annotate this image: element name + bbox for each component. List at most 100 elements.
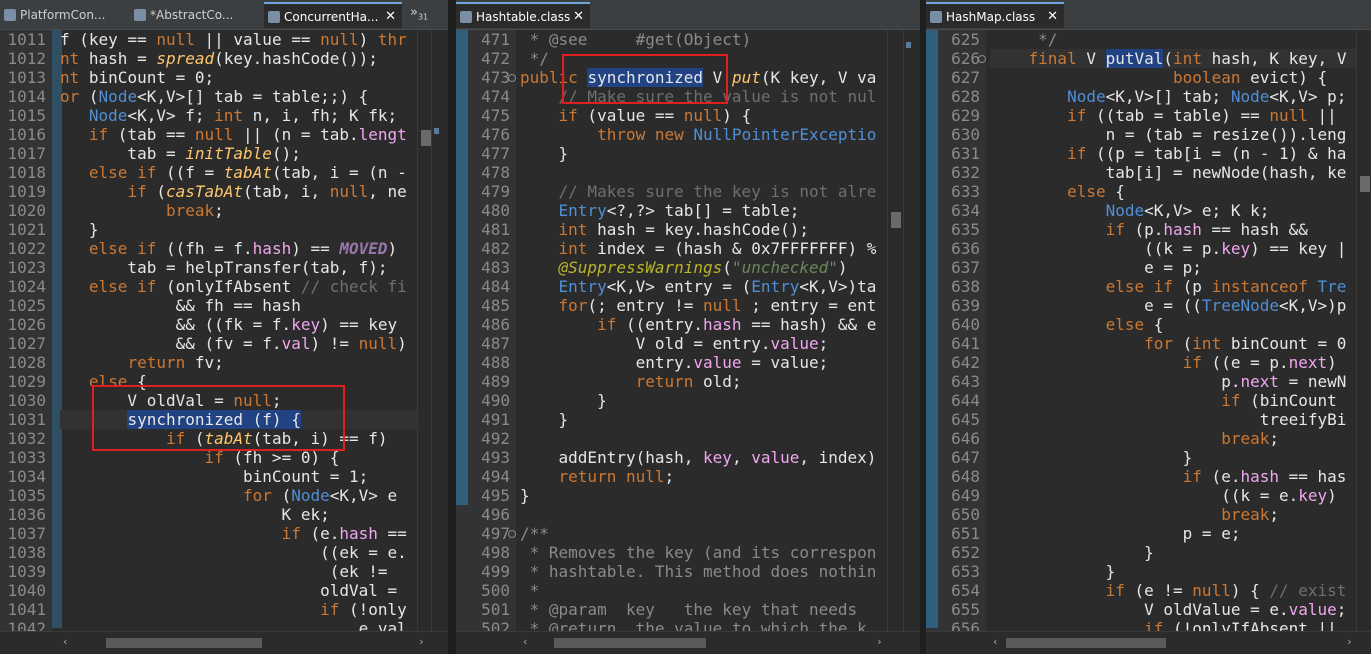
fold-toggle-icon[interactable] — [508, 530, 516, 538]
code-token: ) — [397, 334, 407, 353]
code-area[interactable]: f (key == null || value == null) thr nt h… — [60, 30, 432, 632]
code-token: <K,V> e — [329, 486, 398, 505]
code-line: if (e.hash == — [60, 524, 407, 543]
scroll-right-icon[interactable]: › — [1346, 635, 1353, 648]
fold-toggle-icon[interactable] — [978, 55, 986, 63]
line-number: 1032 — [7, 429, 46, 448]
code-area[interactable]: */ final V putVal(int hash, K key, V boo… — [990, 30, 1357, 632]
scrollbar-thumb[interactable] — [106, 638, 262, 648]
close-icon[interactable]: ✕ — [1047, 4, 1058, 28]
tab-abstract-co[interactable]: *AbstractCo... — [130, 2, 262, 28]
code-line: * Removes the key (and its correspon — [520, 543, 877, 562]
code-line: if (!only — [60, 600, 407, 619]
left-editor[interactable]: 1011 1012 1013 1014 1015 1016 1017 1018 1019 1020… — [0, 30, 448, 638]
code-token: or — [60, 87, 89, 106]
code-token: else if — [1105, 277, 1174, 296]
code-line: int hash = key.hashCode(); — [520, 220, 809, 239]
code-token: tab[i] = newNode(hash, ke — [990, 163, 1347, 182]
line-number: 498 — [481, 543, 510, 562]
scroll-left-icon[interactable]: ‹ — [62, 635, 69, 648]
line-number: 500 — [481, 581, 510, 600]
tab-hashmap-class[interactable]: HashMap.class ✕ — [926, 2, 1064, 28]
horizontal-scrollbar[interactable]: ‹ › — [926, 631, 1371, 654]
code-token: fv; — [185, 353, 224, 372]
scroll-right-icon[interactable]: › — [876, 635, 883, 648]
tab-overflow-button[interactable]: »31 — [410, 2, 428, 28]
code-token: hash — [1240, 467, 1279, 486]
vertical-scrollbar[interactable] — [417, 30, 432, 632]
code-line: if (value == null) { — [520, 106, 752, 125]
code-line: // Makes sure the key is not alre — [520, 182, 877, 201]
scrollbar-thumb[interactable] — [421, 130, 431, 146]
code-line: } — [990, 543, 1154, 562]
code-area[interactable]: * @see #get(Object) */public synchronize… — [520, 30, 888, 632]
code-token: && (fv = f. — [60, 334, 282, 353]
line-number: 1012 — [7, 49, 46, 68]
scroll-left-icon[interactable]: ‹ — [992, 635, 999, 648]
code-token: ) — [358, 30, 378, 49]
code-token: e = p; — [990, 258, 1202, 277]
scrollbar-thumb[interactable] — [1360, 176, 1370, 192]
horizontal-scrollbar[interactable]: ‹ › — [456, 631, 920, 654]
close-icon[interactable]: ✕ — [573, 4, 584, 28]
code-token: && fh == hash — [60, 296, 301, 315]
scrollbar-thumb[interactable] — [891, 212, 901, 228]
code-token: ) == — [291, 239, 340, 258]
vertical-scrollbar[interactable] — [887, 30, 904, 632]
middle-editor[interactable]: 471 472 473 474 475 476 477 478 479 480 481 482 483 4… — [456, 30, 920, 638]
code-token: /** — [520, 524, 549, 543]
right-editor[interactable]: 625 626 627 628 629 630 631 632 633 634 635 636 637 6… — [926, 30, 1371, 638]
tab-hashtable-class[interactable]: Hashtable.class ✕ — [456, 2, 590, 28]
code-token: } — [520, 391, 607, 410]
code-token: (tab == — [108, 125, 195, 144]
overflow-count: 31 — [417, 12, 429, 22]
code-line: break; — [60, 201, 224, 220]
code-line: or (Node<K,V>[] tab = table;;) { — [60, 87, 368, 106]
middle-editor-pane: Hashtable.class ✕ 471 472 473 474 475 476 477 4… — [456, 0, 920, 654]
code-token: if — [88, 125, 109, 144]
scroll-right-icon[interactable]: › — [418, 635, 425, 648]
code-token: n, i, fh; K fk; — [243, 106, 398, 125]
overview-ruler[interactable] — [431, 30, 448, 632]
code-token: ((p = tab[i = (n - 1) & ha — [1086, 144, 1347, 163]
code-line: p.next = newN — [990, 372, 1346, 391]
code-token: entry. — [520, 353, 694, 372]
fold-toggle-icon[interactable] — [508, 74, 516, 82]
vertical-scrollbar[interactable] — [1356, 30, 1371, 632]
class-file-icon — [460, 11, 472, 23]
code-token: || — [1307, 106, 1337, 125]
code-token: null — [329, 182, 369, 201]
code-token: if — [558, 106, 578, 125]
line-number: 501 — [481, 600, 510, 619]
code-line: V old = entry.value; — [520, 334, 829, 353]
scroll-left-icon[interactable]: ‹ — [522, 635, 529, 648]
pane-separator[interactable] — [448, 0, 456, 654]
tab-platform-con[interactable]: PlatformCon... — [0, 2, 128, 28]
code-token: Node — [98, 87, 138, 106]
code-token: , ne — [368, 182, 407, 201]
code-token: && ((fk = f. — [60, 315, 292, 334]
line-number: 1029 — [7, 372, 46, 391]
horizontal-scrollbar[interactable]: ‹ › — [0, 631, 448, 654]
code-token: value — [233, 30, 282, 49]
code-line: tab[i] = newNode(hash, ke — [990, 163, 1347, 182]
code-token: ; — [818, 334, 829, 353]
code-line: break; — [990, 505, 1279, 524]
code-token: { — [1105, 182, 1125, 201]
overview-ruler[interactable] — [903, 30, 920, 632]
tab-concurrent-hashmap[interactable]: ConcurrentHa... ✕ — [264, 2, 402, 28]
scrollbar-thumb[interactable] — [1006, 638, 1166, 648]
scrollbar-thumb[interactable] — [554, 638, 706, 648]
code-token: boolean — [1173, 68, 1241, 87]
code-token: binCount = — [88, 68, 195, 87]
close-icon[interactable]: ✕ — [385, 4, 396, 28]
code-token: * — [520, 600, 549, 619]
